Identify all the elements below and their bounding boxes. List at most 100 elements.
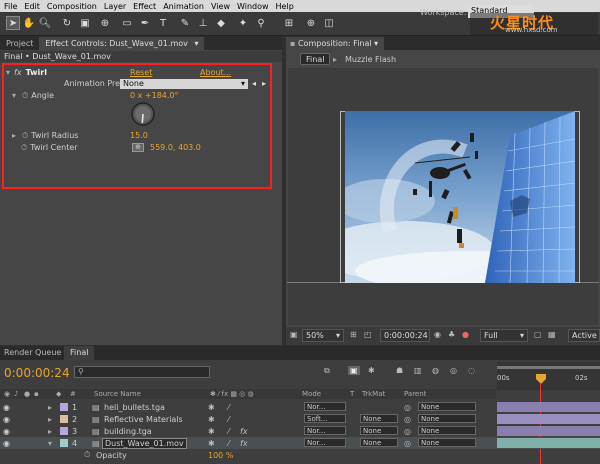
pickwhip-icon[interactable]: ◎ xyxy=(404,427,411,436)
breadcrumb-muzzle-flash[interactable]: Muzzle Flash xyxy=(345,55,396,64)
timeline-timecode[interactable]: 0:00:00:24 xyxy=(4,366,70,380)
label-color-swatch[interactable] xyxy=(60,439,68,447)
pickwhip-icon[interactable]: ◎ xyxy=(404,403,411,412)
pan-behind-tool-icon[interactable]: ⊕ xyxy=(98,16,112,30)
roto-brush-tool-icon[interactable]: ⚲ xyxy=(254,16,268,30)
menu-composition[interactable]: Composition xyxy=(47,2,97,11)
draft-3d-icon[interactable]: ✱ xyxy=(368,366,375,375)
layer-duration-bar[interactable] xyxy=(497,402,600,412)
time-ruler[interactable]: 00s 02s xyxy=(497,362,600,390)
layer-name[interactable]: Reflective Materials xyxy=(104,415,183,424)
comp-mini-flowchart-icon[interactable]: ⧉ xyxy=(324,366,330,376)
layer-duration-bar[interactable] xyxy=(497,414,600,424)
pickwhip-icon[interactable]: ◎ xyxy=(404,415,411,424)
blend-mode-dropdown[interactable]: Nor... xyxy=(304,426,346,435)
label-color-swatch[interactable] xyxy=(60,415,68,423)
menu-layer[interactable]: Layer xyxy=(104,2,126,11)
expand-arrow-icon[interactable]: ▾ xyxy=(48,439,52,448)
quality-switch-icon[interactable]: ⁄ xyxy=(228,403,229,412)
rectangle-tool-icon[interactable]: ▭ xyxy=(120,16,134,30)
eye-icon[interactable]: ◉ xyxy=(3,415,10,424)
rotate-tool-icon[interactable]: ↻ xyxy=(60,16,74,30)
trkmat-dropdown[interactable]: None xyxy=(360,426,398,435)
parent-dropdown[interactable]: None xyxy=(418,438,476,447)
brainstorm-icon[interactable]: ◎ xyxy=(450,366,457,375)
pickwhip-icon[interactable]: ◎ xyxy=(404,439,411,448)
eye-icon[interactable]: ◉ xyxy=(3,403,10,412)
tab-effect-controls[interactable]: Effect Controls: Dust_Wave_01.mov ▾ xyxy=(39,37,205,50)
brush-tool-icon[interactable]: ✎ xyxy=(178,16,192,30)
tab-composition[interactable]: ▪ Composition: Final ▾ xyxy=(286,37,385,50)
quality-switch-icon[interactable]: ⁄ xyxy=(228,439,229,448)
chevron-down-icon[interactable]: ▾ xyxy=(194,39,198,48)
menu-window[interactable]: Window xyxy=(237,2,269,11)
menu-edit[interactable]: Edit xyxy=(24,2,40,11)
chevron-down-icon[interactable]: ▾ xyxy=(374,39,378,48)
local-axis-icon[interactable]: ⊞ xyxy=(282,16,296,30)
parent-dropdown[interactable]: None xyxy=(418,426,476,435)
expand-arrow-icon[interactable]: ▸ xyxy=(48,427,52,436)
layer-duration-bar[interactable] xyxy=(497,438,600,448)
resolution-dropdown[interactable]: Full ▾ xyxy=(480,329,528,342)
magnification-dropdown[interactable]: 50% ▾ xyxy=(302,329,344,342)
camera-view-dropdown[interactable]: Active Ca xyxy=(568,329,600,342)
fx-switch-icon[interactable]: fx xyxy=(240,427,248,436)
tab-project[interactable]: Project xyxy=(0,37,39,50)
mode-header[interactable]: Mode xyxy=(302,390,321,398)
color-channels-icon[interactable]: ● xyxy=(462,330,469,339)
always-preview-icon[interactable]: ▣ xyxy=(290,330,298,339)
breadcrumb-final[interactable]: Final xyxy=(300,53,331,65)
opacity-value[interactable]: 100 % xyxy=(208,451,233,460)
menu-view[interactable]: View xyxy=(211,2,230,11)
eye-icon[interactable]: ◉ xyxy=(3,439,10,448)
collapse-switch-icon[interactable]: ✱ xyxy=(208,439,215,448)
quality-switch-icon[interactable]: ⁄ xyxy=(228,427,229,436)
blend-mode-dropdown[interactable]: Nor... xyxy=(304,438,346,447)
blend-mode-dropdown[interactable]: Nor... xyxy=(304,402,346,411)
collapse-switch-icon[interactable]: ✱ xyxy=(208,415,215,424)
trkmat-dropdown[interactable]: None xyxy=(360,414,398,423)
menu-help[interactable]: Help xyxy=(276,2,294,11)
eraser-tool-icon[interactable]: ◆ xyxy=(214,16,228,30)
parent-dropdown[interactable]: None xyxy=(418,414,476,423)
layer-duration-bar[interactable] xyxy=(497,426,600,436)
tab-render-queue[interactable]: Render Queue xyxy=(0,346,65,360)
tab-final[interactable]: Final xyxy=(64,346,95,360)
camera-tool-icon[interactable]: ▣ xyxy=(78,16,92,30)
lock-icon[interactable]: ▪ xyxy=(290,39,295,48)
selection-tool-icon[interactable]: ➤ xyxy=(6,16,20,30)
menu-animation[interactable]: Animation xyxy=(163,2,204,11)
parent-dropdown[interactable]: None xyxy=(418,402,476,411)
work-area-bar[interactable] xyxy=(497,366,600,369)
grid-toggle-icon[interactable]: ⊞ xyxy=(350,330,357,339)
puppet-tool-icon[interactable]: ✦ xyxy=(236,16,250,30)
current-time-field[interactable]: 0:00:00:24 xyxy=(380,329,430,342)
layer-name[interactable]: Dust_Wave_01.mov xyxy=(102,437,187,449)
show-snapshot-icon[interactable]: ♣ xyxy=(448,330,455,339)
trkmat-dropdown[interactable]: None xyxy=(360,438,398,447)
playhead-icon[interactable] xyxy=(536,374,546,384)
graph-editor-icon[interactable]: ◌ xyxy=(468,366,475,375)
pen-tool-icon[interactable]: ✒ xyxy=(138,16,152,30)
expand-arrow-icon[interactable]: ▸ xyxy=(48,415,52,424)
text-tool-icon[interactable]: T xyxy=(156,16,170,30)
expand-arrow-icon[interactable]: ▸ xyxy=(48,403,52,412)
world-axis-icon[interactable]: ⊕ xyxy=(304,16,318,30)
clone-stamp-tool-icon[interactable]: ⊥ xyxy=(196,16,210,30)
source-name-header[interactable]: Source Name xyxy=(94,390,141,398)
fx-switch-icon[interactable]: fx xyxy=(240,439,248,448)
hand-tool-icon[interactable]: ✋ xyxy=(22,16,36,30)
label-color-swatch[interactable] xyxy=(60,403,68,411)
region-of-interest-icon[interactable]: ▢ xyxy=(534,330,542,339)
eye-icon[interactable]: ◉ xyxy=(3,427,10,436)
zoom-tool-icon[interactable]: 🔍︎ xyxy=(38,16,52,30)
layer-name[interactable]: heli_bullets.tga xyxy=(104,403,165,412)
quality-switch-icon[interactable]: ⁄ xyxy=(228,415,229,424)
menu-effect[interactable]: Effect xyxy=(133,2,156,11)
mask-visibility-icon[interactable]: ◰ xyxy=(364,330,372,339)
label-color-swatch[interactable] xyxy=(60,427,68,435)
hide-shy-layers-icon[interactable]: ☗ xyxy=(396,366,403,375)
motion-blur-icon[interactable]: ◍ xyxy=(432,366,439,375)
menu-file[interactable]: File xyxy=(4,2,17,11)
transparency-grid-icon[interactable]: ▦ xyxy=(548,330,556,339)
